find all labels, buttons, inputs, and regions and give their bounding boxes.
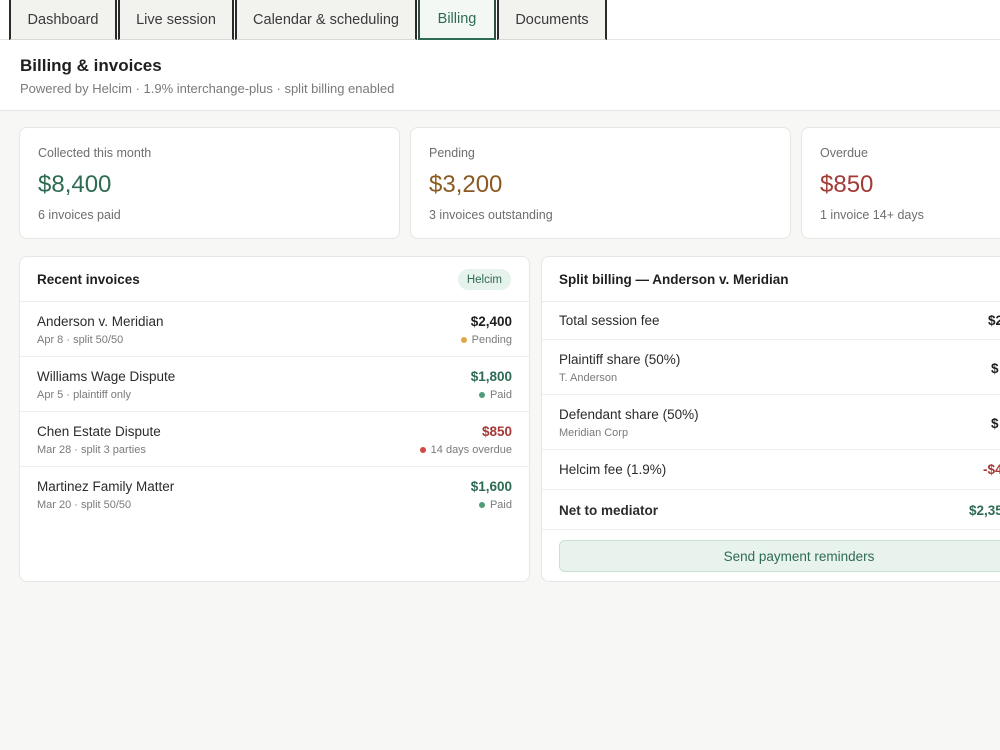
- split-label: Plaintiff share (50%): [559, 352, 681, 367]
- invoice-row[interactable]: Anderson v. Meridian Apr 8 · split 50/50…: [20, 302, 529, 357]
- panel-title: Split billing — Anderson v. Meridian: [559, 272, 789, 287]
- tab-dashboard[interactable]: Dashboard: [9, 0, 117, 40]
- panel-header: Split billing — Anderson v. Meridian: [542, 257, 1000, 302]
- tab-live-session[interactable]: Live session: [118, 0, 234, 40]
- split-value: -$4: [983, 462, 1000, 477]
- invoice-amount: $1,800: [470, 369, 512, 384]
- stat-value: $8,400: [38, 171, 112, 198]
- status-dot-icon: [460, 337, 467, 343]
- invoice-status: 14 days overdue: [419, 444, 512, 456]
- split-row-defendant: Defendant share (50%) Meridian Corp $: [542, 395, 1000, 450]
- stat-label: Overdue: [820, 146, 868, 160]
- stat-label: Pending: [429, 146, 475, 160]
- stat-card-collected: Collected this month $8,400 6 invoices p…: [19, 127, 400, 239]
- status-dot-icon: [478, 502, 485, 508]
- split-value: $: [991, 361, 999, 376]
- tab-billing[interactable]: Billing: [418, 0, 496, 40]
- send-payment-reminders-button[interactable]: Send payment reminders: [559, 540, 1000, 572]
- stat-card-pending: Pending $3,200 3 invoices outstanding: [410, 127, 791, 239]
- page-header: Billing & invoices Powered by Helcim · 1…: [0, 40, 1000, 111]
- split-value: $: [991, 416, 999, 431]
- invoice-meta: Mar 28 · split 3 parties: [37, 444, 146, 456]
- panel-title: Recent invoices: [37, 272, 140, 287]
- invoice-meta: Mar 20 · split 50/50: [37, 499, 132, 511]
- invoice-status: Pending: [460, 334, 512, 346]
- stat-card-overdue: Overdue $850 1 invoice 14+ days: [801, 127, 1000, 239]
- split-row-net: Net to mediator $2,35: [542, 490, 1000, 530]
- invoice-status-text: Pending: [471, 334, 512, 346]
- split-value: $2,35: [969, 503, 1000, 518]
- invoice-name: Chen Estate Dispute: [37, 424, 161, 439]
- split-row-plaintiff: Plaintiff share (50%) T. Anderson $: [542, 340, 1000, 395]
- invoice-status-text: Paid: [489, 499, 512, 511]
- stat-sub: 1 invoice 14+ days: [820, 208, 924, 222]
- invoice-status-text: 14 days overdue: [430, 444, 512, 456]
- invoice-name: Martinez Family Matter: [37, 479, 175, 494]
- split-label: Defendant share (50%): [559, 407, 699, 422]
- helcim-badge: Helcim: [457, 269, 511, 290]
- invoice-amount: $850: [481, 424, 512, 439]
- tab-calendar-scheduling[interactable]: Calendar & scheduling: [235, 0, 417, 40]
- panel-header: Recent invoices Helcim: [20, 257, 529, 302]
- invoice-row[interactable]: Chen Estate Dispute Mar 28 · split 3 par…: [20, 412, 529, 467]
- split-label: Total session fee: [559, 313, 660, 328]
- split-label: Helcim fee (1.9%): [559, 462, 667, 477]
- invoice-status: Paid: [478, 499, 512, 511]
- stat-value: $850: [820, 171, 874, 198]
- status-dot-icon: [478, 392, 485, 398]
- stat-label: Collected this month: [38, 146, 152, 160]
- invoice-row[interactable]: Martinez Family Matter Mar 20 · split 50…: [20, 467, 529, 522]
- invoice-status: Paid: [478, 389, 512, 401]
- invoice-meta: Apr 5 · plaintiff only: [37, 389, 131, 401]
- split-value: $2: [988, 313, 1000, 328]
- tab-documents[interactable]: Documents: [497, 0, 607, 40]
- recent-invoices-panel: Recent invoices Helcim Anderson v. Merid…: [19, 256, 530, 582]
- tab-bar: Dashboard Live session Calendar & schedu…: [0, 0, 1000, 40]
- split-row-helcim-fee: Helcim fee (1.9%) -$4: [542, 450, 1000, 490]
- invoice-name: Williams Wage Dispute: [37, 369, 176, 384]
- page-subtitle: Powered by Helcim · 1.9% interchange-plu…: [20, 81, 395, 96]
- stat-sub: 3 invoices outstanding: [429, 208, 553, 222]
- invoice-meta: Apr 8 · split 50/50: [37, 334, 124, 346]
- split-sub: Meridian Corp: [559, 427, 629, 439]
- stat-sub: 6 invoices paid: [38, 208, 121, 222]
- split-sub: T. Anderson: [559, 372, 618, 384]
- invoice-amount: $2,400: [470, 314, 512, 329]
- invoice-row[interactable]: Williams Wage Dispute Apr 5 · plaintiff …: [20, 357, 529, 412]
- split-row-total-fee: Total session fee $2: [542, 302, 1000, 340]
- status-dot-icon: [419, 447, 426, 453]
- stat-value: $3,200: [429, 171, 503, 198]
- split-label: Net to mediator: [559, 503, 659, 518]
- invoice-status-text: Paid: [489, 389, 512, 401]
- invoice-amount: $1,600: [470, 479, 512, 494]
- invoice-name: Anderson v. Meridian: [37, 314, 164, 329]
- split-billing-panel: Split billing — Anderson v. Meridian Tot…: [541, 256, 1000, 582]
- page-title: Billing & invoices: [20, 56, 162, 75]
